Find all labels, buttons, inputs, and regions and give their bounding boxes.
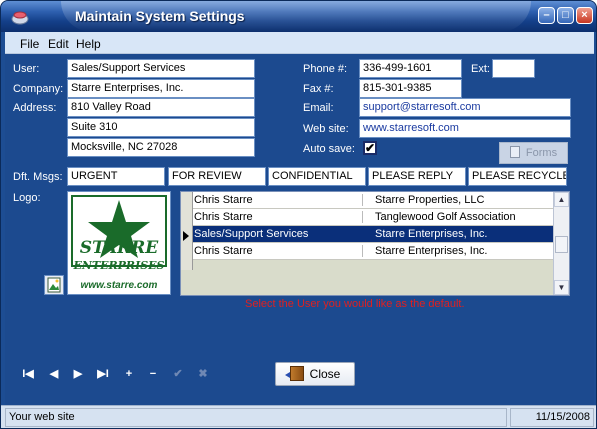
phone-field[interactable]: 336-499-1601 — [359, 59, 462, 78]
status-date: 11/15/2008 — [510, 408, 594, 427]
last-record-icon[interactable]: ▶I — [92, 365, 114, 383]
row-name: Chris Starre — [193, 194, 363, 206]
scroll-thumb[interactable] — [555, 236, 568, 253]
menu-file[interactable]: File — [20, 37, 39, 51]
app-icon[interactable] — [10, 6, 30, 26]
next-record-icon[interactable]: ▶ — [67, 365, 89, 383]
row-name: Chris Starre — [193, 211, 363, 223]
logo-line1: STARRE — [80, 238, 159, 258]
forms-button[interactable]: Forms — [499, 142, 568, 164]
logo-url: www.starre.com — [81, 280, 158, 291]
logo-image: STARRE ENTERPRISES www.starre.com — [67, 191, 171, 295]
scroll-down-icon[interactable]: ▼ — [554, 280, 569, 295]
address-line1-field[interactable]: 810 Valley Road — [67, 98, 255, 117]
status-bar: Your web site 11/15/2008 — [1, 405, 596, 428]
message-field-5[interactable]: PLEASE RECYCLE — [468, 167, 567, 186]
title-bar[interactable]: Maintain System Settings – □ × — [1, 1, 596, 32]
delete-record-icon[interactable]: − — [142, 365, 164, 383]
address-line2-field[interactable]: Suite 310 — [67, 118, 255, 137]
current-row-arrow-icon — [183, 231, 189, 241]
change-logo-button[interactable] — [44, 275, 64, 295]
prev-record-icon[interactable]: ◀ — [43, 365, 65, 383]
message-field-4[interactable]: PLEASE REPLY — [368, 167, 466, 186]
ext-label: Ext: — [471, 63, 490, 75]
scroll-up-icon[interactable]: ▲ — [554, 192, 569, 207]
autosave-checkbox[interactable]: ✔ — [363, 141, 377, 155]
table-row[interactable]: Chris Starre Starre Enterprises, Inc. — [193, 243, 554, 260]
website-field[interactable]: www.starresoft.com — [359, 119, 571, 138]
starre-logo: STARRE ENTERPRISES www.starre.com — [71, 195, 167, 291]
post-record-icon[interactable]: ✔ — [167, 365, 189, 383]
default-user-hint: Select the User you would like as the de… — [245, 298, 465, 310]
forms-button-label: Forms — [525, 147, 558, 159]
table-row[interactable]: Chris Starre Starre Properties, LLC — [193, 192, 554, 209]
ext-field[interactable] — [492, 59, 535, 78]
row-name: Sales/Support Services — [193, 228, 363, 240]
app-window: Maintain System Settings – □ × File Edit… — [0, 0, 597, 429]
close-button-label: Close — [309, 367, 341, 381]
grid-scrollbar[interactable]: ▲ ▼ — [553, 192, 569, 295]
message-field-2[interactable]: FOR REVIEW — [168, 167, 266, 186]
message-field-1[interactable]: URGENT — [67, 167, 165, 186]
add-record-icon[interactable]: + — [118, 365, 140, 383]
email-label: Email: — [303, 102, 334, 114]
website-label: Web site: — [303, 123, 349, 135]
cancel-record-icon[interactable]: ✖ — [192, 365, 214, 383]
close-button[interactable]: Close — [275, 362, 355, 386]
address-line3-field[interactable]: Mocksville, NC 27028 — [67, 138, 255, 157]
logo-line2: ENTERPRISES — [73, 259, 165, 272]
users-grid[interactable]: Chris Starre Starre Properties, LLC Chri… — [180, 191, 570, 296]
row-name: Chris Starre — [193, 245, 363, 257]
logo-label: Logo: — [13, 192, 41, 204]
image-icon — [47, 277, 61, 293]
status-message: Your web site — [5, 408, 507, 427]
fax-field[interactable]: 815-301-9385 — [359, 79, 462, 98]
dft-msgs-label: Dft. Msgs: — [13, 171, 63, 183]
message-field-3[interactable]: CONFIDENTIAL — [268, 167, 366, 186]
row-company: Starre Enterprises, Inc. — [375, 245, 488, 257]
close-window-button[interactable]: × — [576, 7, 593, 24]
phone-label: Phone #: — [303, 63, 348, 75]
company-field[interactable]: Starre Enterprises, Inc. — [67, 79, 255, 98]
company-label: Company: — [13, 83, 64, 95]
exit-door-icon — [284, 366, 304, 381]
menu-help[interactable]: Help — [76, 37, 101, 51]
table-row[interactable]: Chris Starre Tanglewood Golf Association — [193, 209, 554, 226]
table-row-selected[interactable]: Sales/Support Services Starre Enterprise… — [193, 226, 554, 243]
row-company: Starre Enterprises, Inc. — [375, 228, 488, 240]
email-field[interactable]: support@starresoft.com — [359, 98, 571, 117]
menu-bar: File Edit Help — [5, 32, 594, 54]
row-company: Starre Properties, LLC — [375, 194, 485, 206]
maximize-button[interactable]: □ — [557, 7, 574, 24]
address-label: Address: — [13, 102, 57, 114]
first-record-icon[interactable]: I◀ — [17, 365, 39, 383]
user-field[interactable]: Sales/Support Services — [67, 59, 255, 78]
fax-label: Fax #: — [303, 83, 334, 95]
user-label: User: — [13, 63, 40, 75]
autosave-label: Auto save: — [303, 143, 355, 155]
menu-edit[interactable]: Edit — [48, 37, 69, 51]
minimize-button[interactable]: – — [538, 7, 555, 24]
forms-icon — [509, 146, 520, 158]
row-company: Tanglewood Golf Association — [375, 211, 516, 223]
settings-panel: User: Company: Address: Sales/Support Se… — [5, 54, 594, 405]
window-title: Maintain System Settings — [75, 8, 245, 24]
